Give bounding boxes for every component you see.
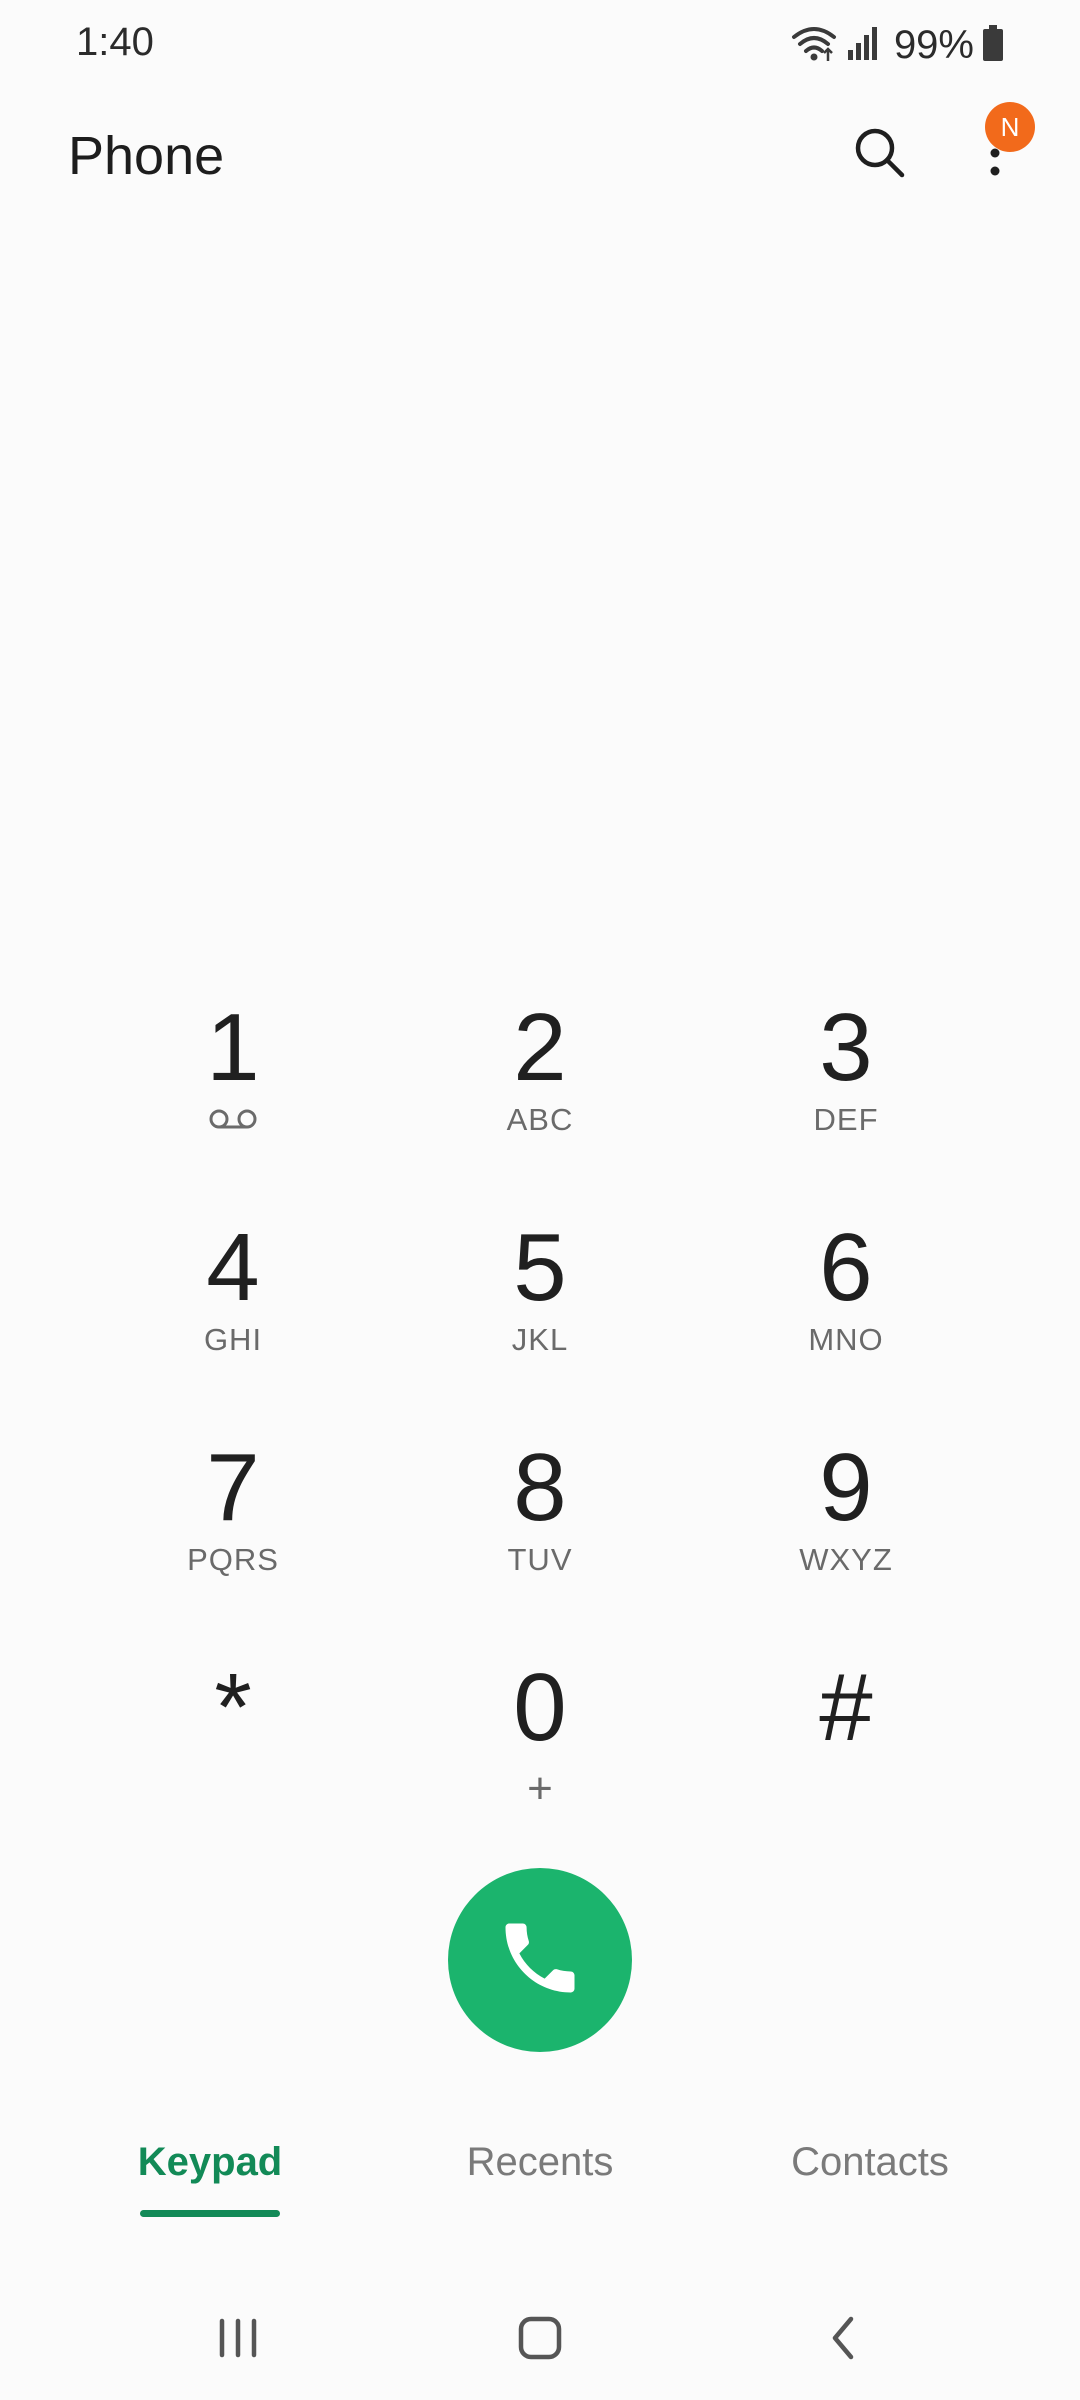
key-digit: *	[214, 1654, 252, 1761]
key-4[interactable]: 4 GHI	[103, 1218, 363, 1418]
key-digit: 2	[513, 994, 567, 1101]
signal-icon	[846, 24, 880, 67]
key-digit: 1	[206, 994, 260, 1101]
key-letters: +	[527, 1764, 553, 1813]
key-6[interactable]: 6 MNO	[716, 1218, 976, 1418]
key-hash[interactable]: #	[716, 1658, 976, 1858]
active-tab-indicator	[140, 2210, 280, 2217]
key-letters: MNO	[808, 1322, 884, 1357]
notification-badge: N	[985, 102, 1035, 152]
key-digit: 6	[819, 1214, 873, 1321]
key-3[interactable]: 3 DEF	[716, 998, 976, 1198]
key-letters: PQRS	[187, 1542, 279, 1577]
key-digit: 3	[819, 994, 873, 1101]
status-bar: 1:40 99%	[0, 0, 1080, 90]
key-digit: 4	[206, 1214, 260, 1321]
key-digit: 9	[819, 1434, 873, 1541]
battery-icon	[982, 24, 1004, 67]
search-button[interactable]	[835, 110, 925, 200]
key-star[interactable]: *	[103, 1658, 363, 1858]
status-icons: 99%	[790, 20, 1004, 70]
tab-keypad[interactable]: Keypad	[110, 2140, 310, 2185]
key-letters: ABC	[506, 1102, 574, 1137]
back-button[interactable]	[803, 2305, 883, 2375]
key-letters: GHI	[203, 1322, 263, 1357]
phone-icon	[494, 1912, 586, 2009]
wifi-icon	[790, 23, 838, 68]
search-icon	[852, 125, 908, 186]
key-8[interactable]: 8 TUV	[410, 1438, 670, 1638]
key-digit: #	[819, 1654, 873, 1761]
key-letters: JKL	[511, 1322, 569, 1357]
home-button[interactable]	[500, 2305, 580, 2375]
recent-apps-button[interactable]	[198, 2305, 278, 2375]
voicemail-icon	[208, 1108, 258, 1135]
key-letters: TUV	[507, 1542, 573, 1577]
key-0[interactable]: 0 +	[410, 1658, 670, 1858]
key-5[interactable]: 5 JKL	[410, 1218, 670, 1418]
home-icon	[515, 2313, 565, 2368]
key-9[interactable]: 9 WXYZ	[716, 1438, 976, 1638]
app-header: Phone	[0, 90, 1080, 220]
key-letters: WXYZ	[799, 1542, 893, 1577]
page-title: Phone	[68, 126, 225, 186]
tab-recents[interactable]: Recents	[440, 2140, 640, 2185]
key-2[interactable]: 2 ABC	[410, 998, 670, 1198]
key-digit: 0	[513, 1654, 567, 1761]
recent-apps-icon	[213, 2315, 263, 2366]
system-navbar	[0, 2280, 1080, 2390]
back-icon	[823, 2313, 863, 2368]
key-digit: 7	[206, 1434, 260, 1541]
key-7[interactable]: 7 PQRS	[103, 1438, 363, 1638]
key-letters: DEF	[813, 1102, 879, 1137]
key-1[interactable]: 1	[103, 998, 363, 1198]
call-button[interactable]	[448, 1868, 632, 2052]
key-digit: 8	[513, 1434, 567, 1541]
status-time: 1:40	[76, 20, 154, 64]
tab-contacts[interactable]: Contacts	[760, 2140, 980, 2185]
battery-percent: 99%	[893, 22, 974, 67]
key-digit: 5	[513, 1214, 567, 1321]
bottom-tabs: Keypad Recents Contacts	[0, 2130, 1080, 2240]
